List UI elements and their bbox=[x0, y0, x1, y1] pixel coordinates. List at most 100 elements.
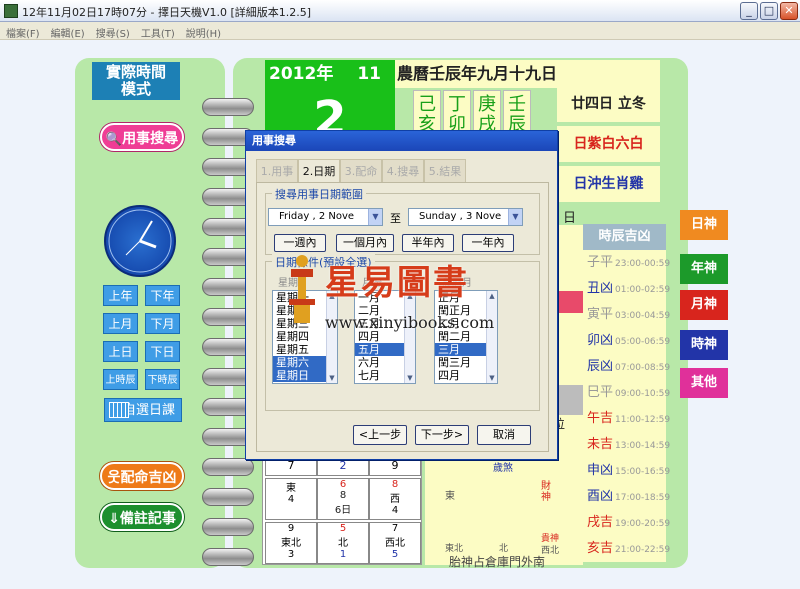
day-label: 日 bbox=[563, 211, 577, 226]
scroll-up-icon[interactable]: ▲ bbox=[405, 291, 415, 301]
hour-time: 23:00-00:59 bbox=[615, 259, 671, 269]
menu-help[interactable]: 說明(H) bbox=[180, 22, 226, 40]
grid-cell-top: 東 bbox=[286, 483, 296, 494]
tab-date[interactable]: 2.日期 bbox=[298, 159, 340, 183]
prev-month-button[interactable]: 上月 bbox=[103, 313, 138, 334]
date-range-label: 搜尋用事日期範圍 bbox=[272, 186, 366, 202]
prev-day-button[interactable]: 上日 bbox=[103, 341, 138, 362]
day-star: 日紫白六白 bbox=[557, 126, 660, 162]
hour-row: 亥吉 21:00-22:59 bbox=[583, 536, 670, 562]
tab-day-gods[interactable]: 日神 bbox=[680, 210, 728, 240]
to-date-picker[interactable]: Sunday , 3 Nove ▼ bbox=[408, 208, 523, 226]
grid-cell-bot: 6日 bbox=[334, 505, 352, 516]
hour-time: 15:00-16:59 bbox=[615, 467, 671, 477]
hour-time: 01:00-02:59 bbox=[615, 285, 671, 295]
binder-ring bbox=[202, 458, 254, 476]
to-label: 至 bbox=[390, 212, 401, 225]
close-button[interactable]: ✕ bbox=[780, 2, 798, 20]
grid-cell-bot: 5 bbox=[391, 549, 399, 560]
hour-time: 13:00-14:59 bbox=[615, 441, 671, 451]
time-mode-label[interactable]: 實際時間 模式 bbox=[92, 62, 180, 100]
menu-search[interactable]: 搜尋(S) bbox=[90, 22, 135, 40]
within-month-button[interactable]: 一個月內 bbox=[336, 234, 394, 252]
dialog-title: 用事搜尋 bbox=[246, 131, 557, 151]
maximize-button[interactable]: □ bbox=[760, 2, 778, 20]
chevron-down-icon[interactable]: ▼ bbox=[368, 209, 382, 225]
hour-time: 07:00-08:59 bbox=[615, 363, 671, 373]
next-hour-button[interactable]: 下時辰 bbox=[145, 369, 180, 390]
menu-tools[interactable]: 工具(T) bbox=[135, 22, 180, 40]
month-list[interactable]: 一月 二月 三月 四月 五月 六月 七月 ▲ ▼ bbox=[354, 290, 416, 384]
wealth-god-label: 財神 bbox=[541, 481, 551, 503]
sui-sha-label: 歲煞 bbox=[493, 463, 513, 474]
weekday-list[interactable]: 星期一 星期二 星期三 星期四 星期五 星期六 星期日 ▲ ▼ bbox=[272, 290, 338, 384]
tab-other[interactable]: 其他 bbox=[680, 368, 728, 398]
scrollbar[interactable]: ▲ ▼ bbox=[404, 291, 415, 383]
tab-year-gods[interactable]: 年神 bbox=[680, 254, 728, 284]
minimize-button[interactable]: _ bbox=[740, 2, 758, 20]
match-fate-button[interactable]: 웃配命吉凶 bbox=[100, 462, 184, 490]
ganzhi-stem: 己 bbox=[418, 94, 436, 115]
next-year-button[interactable]: 下年 bbox=[145, 285, 180, 306]
ganzhi-stem: 庚 bbox=[478, 94, 496, 115]
hour-row: 戌吉 19:00-20:59 bbox=[583, 510, 670, 536]
year-month-header: 2012年11月 bbox=[265, 60, 395, 112]
chevron-down-icon[interactable]: ▼ bbox=[508, 209, 522, 225]
grid-cell-mid: 北 bbox=[338, 538, 348, 549]
from-date-picker[interactable]: Friday , 2 Nove ▼ bbox=[268, 208, 383, 226]
within-week-button[interactable]: 一週內 bbox=[274, 234, 326, 252]
year-label: 2012年 bbox=[269, 64, 334, 84]
next-day-button[interactable]: 下日 bbox=[145, 341, 180, 362]
search-event-button[interactable]: 🔍用事搜尋 bbox=[100, 123, 184, 151]
scrollbar[interactable]: ▲ ▼ bbox=[486, 291, 497, 383]
scroll-up-icon[interactable]: ▲ bbox=[487, 291, 497, 301]
hour-time: 05:00-06:59 bbox=[615, 337, 671, 347]
menu-file[interactable]: 檔案(F) bbox=[0, 22, 45, 40]
cancel-button[interactable]: 取消 bbox=[477, 425, 531, 445]
date-condition-label: 日期條件(預設全選) bbox=[272, 254, 375, 270]
lunar-date: 農曆壬辰年九月十九日 bbox=[395, 60, 660, 88]
grid-cell: 7 bbox=[265, 458, 317, 476]
tab-search[interactable]: 4.搜尋 bbox=[382, 159, 424, 183]
calendar-icon bbox=[109, 402, 129, 418]
scrollbar[interactable]: ▲ ▼ bbox=[326, 291, 337, 383]
scroll-down-icon[interactable]: ▼ bbox=[405, 373, 415, 383]
grid-cell: 2 bbox=[317, 458, 369, 476]
tab-result[interactable]: 5.結果 bbox=[424, 159, 466, 183]
pick-date-button[interactable]: 自選日課 bbox=[104, 398, 182, 422]
hour-name: 午吉 bbox=[587, 411, 614, 426]
within-half-year-button[interactable]: 半年內 bbox=[402, 234, 454, 252]
scroll-down-icon[interactable]: ▼ bbox=[327, 373, 337, 383]
tab-match[interactable]: 3.配命 bbox=[340, 159, 382, 183]
date-range-group: 搜尋用事日期範圍 Friday , 2 Nove ▼ 至 Sunday , 3 N… bbox=[265, 186, 540, 255]
tab-event[interactable]: 1.用事 bbox=[256, 159, 298, 183]
grid-cell-mid: 4 bbox=[287, 494, 295, 505]
grid-cell-mid: 8 bbox=[339, 490, 347, 501]
lunar-month-list[interactable]: 正月 閏正月 二月 閏二月 三月 閏三月 四月 ▲ ▼ bbox=[434, 290, 498, 384]
hour-row: 酉凶 17:00-18:59 bbox=[583, 484, 670, 510]
next-step-button[interactable]: 下一步> bbox=[415, 425, 469, 445]
prev-year-button[interactable]: 上年 bbox=[103, 285, 138, 306]
date-condition-group: 日期條件(預設全選) 星期 月份 農曆月 星期一 星期二 星期三 星期四 星期五 星期六星… bbox=[265, 254, 540, 411]
hour-name: 申凶 bbox=[587, 463, 614, 478]
hour-name: 亥吉 bbox=[587, 541, 614, 556]
hour-row: 卯凶 05:00-06:59 bbox=[583, 328, 670, 354]
hour-time: 19:00-20:59 bbox=[615, 519, 671, 529]
menu-edit[interactable]: 編輯(E) bbox=[45, 22, 90, 40]
scroll-down-icon[interactable]: ▼ bbox=[487, 373, 497, 383]
scroll-up-icon[interactable]: ▲ bbox=[327, 291, 337, 301]
pick-date-label: 自選日課 bbox=[122, 403, 175, 418]
tab-hour-gods[interactable]: 時神 bbox=[680, 330, 728, 360]
person-icon: 웃 bbox=[107, 470, 121, 486]
next-month-button[interactable]: 下月 bbox=[145, 313, 180, 334]
grid-cell: 東4 bbox=[265, 478, 317, 520]
nine-palace-grid: 7 2 9 東4 6 8 6日 8西4 9 東北 3 5北1 7 西北 5 bbox=[262, 455, 422, 565]
hour-row: 午吉 11:00-12:59 bbox=[583, 406, 670, 432]
notes-button[interactable]: ⇓備註記事 bbox=[100, 503, 184, 531]
prev-hour-button[interactable]: 上時辰 bbox=[103, 369, 138, 390]
tab-month-gods[interactable]: 月神 bbox=[680, 290, 728, 320]
within-year-button[interactable]: 一年內 bbox=[462, 234, 514, 252]
window-title: 12年11月02日17時07分 - 擇日天機V1.0 [詳細版本1.2.5] bbox=[22, 6, 312, 19]
search-icon: 🔍 bbox=[105, 132, 123, 147]
prev-step-button[interactable]: <上一步 bbox=[353, 425, 407, 445]
